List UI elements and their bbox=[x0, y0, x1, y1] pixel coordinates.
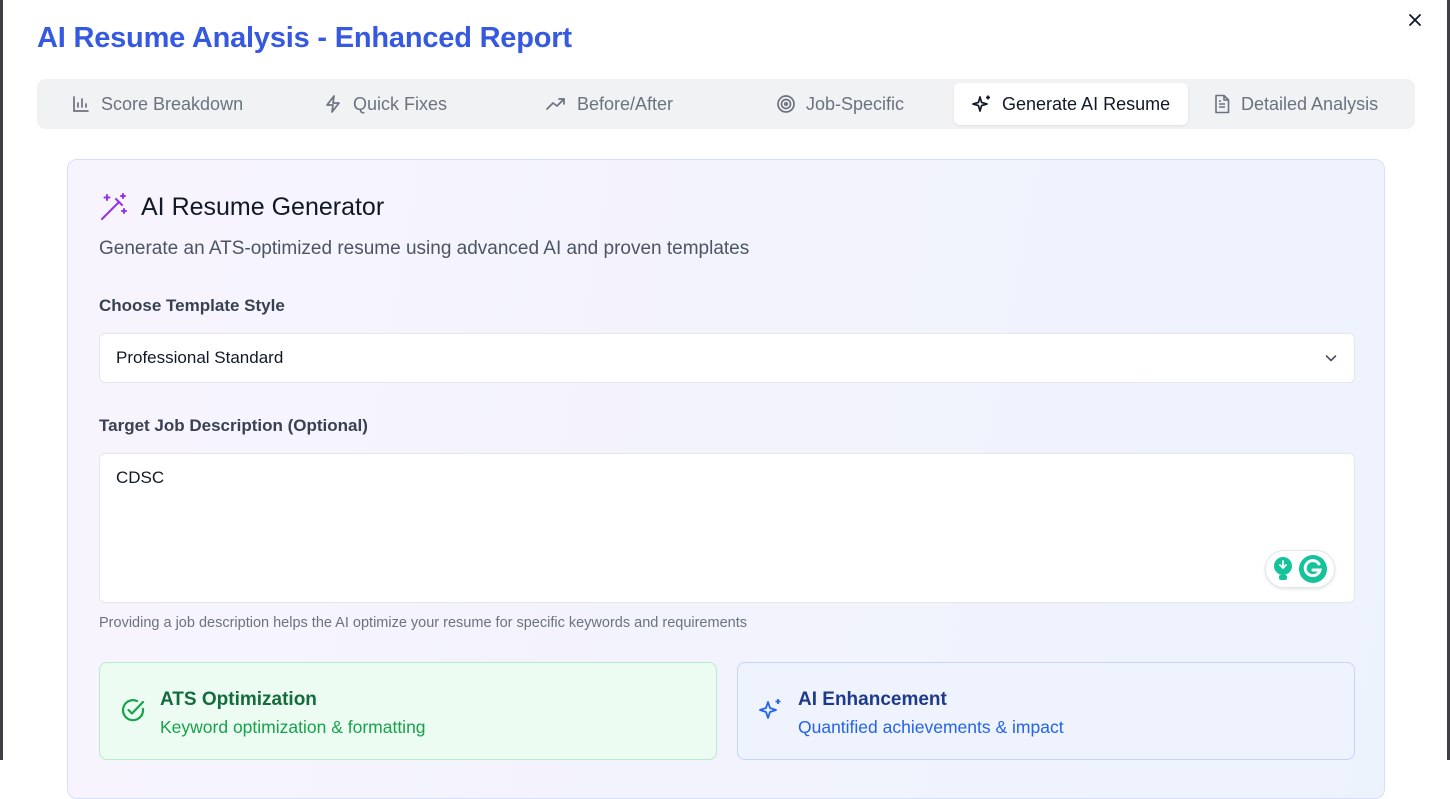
generator-subtitle: Generate an ATS-optimized resume using a… bbox=[99, 238, 750, 259]
generator-header: AI Resume Generator bbox=[99, 192, 384, 222]
template-style-value: Professional Standard bbox=[116, 348, 284, 367]
tab-detailed-analysis[interactable]: Detailed Analysis bbox=[1195, 83, 1396, 125]
job-description-hint: Providing a job description helps the AI… bbox=[99, 615, 747, 631]
template-style-select[interactable]: Professional Standard bbox=[99, 333, 1355, 383]
tab-label: Before/After bbox=[577, 93, 674, 114]
sparkles-icon bbox=[972, 95, 990, 112]
feature-card-ai-enhancement: AI Enhancement Quantified achievements &… bbox=[737, 662, 1355, 760]
job-description-label: Target Job Description (Optional) bbox=[99, 416, 368, 435]
magic-wand-icon bbox=[101, 193, 127, 220]
zap-icon bbox=[326, 95, 340, 113]
tab-quick-fixes[interactable]: Quick Fixes bbox=[305, 83, 465, 125]
close-icon bbox=[1409, 14, 1421, 26]
feature-card-ats: ATS Optimization Keyword optimization & … bbox=[99, 662, 717, 760]
feature-title: AI Enhancement bbox=[798, 689, 947, 710]
feature-desc: Keyword optimization & formatting bbox=[160, 717, 426, 737]
tab-label: Detailed Analysis bbox=[1241, 93, 1379, 114]
tab-label: Job-Specific bbox=[806, 93, 905, 114]
close-button[interactable] bbox=[1403, 8, 1427, 32]
tab-label: Generate AI Resume bbox=[1002, 93, 1171, 114]
template-style-label: Choose Template Style bbox=[99, 296, 285, 315]
chevron-down-icon bbox=[1325, 355, 1337, 362]
target-icon bbox=[777, 95, 795, 113]
tab-before-after[interactable]: Before/After bbox=[527, 83, 691, 125]
trending-up-icon bbox=[546, 98, 565, 110]
tab-score-breakdown[interactable]: Score Breakdown bbox=[53, 83, 261, 125]
dialog-title: AI Resume Analysis - Enhanced Report bbox=[37, 22, 572, 54]
feature-title: ATS Optimization bbox=[160, 689, 317, 710]
tab-bar: Score Breakdown Quick Fixes Before/After… bbox=[37, 79, 1415, 129]
tab-generate-ai-resume[interactable]: Generate AI Resume bbox=[954, 83, 1189, 125]
job-description-field[interactable]: CDSC bbox=[99, 453, 1355, 603]
grammarly-icon[interactable] bbox=[1298, 554, 1328, 584]
check-circle-icon bbox=[121, 699, 145, 722]
sparkles-icon bbox=[759, 699, 781, 719]
ai-resume-generator-panel: AI Resume Generator Generate an ATS-opti… bbox=[67, 159, 1385, 799]
bar-chart-icon bbox=[73, 96, 89, 112]
file-text-icon bbox=[1215, 94, 1230, 114]
feature-desc: Quantified achievements & impact bbox=[798, 717, 1064, 737]
lightbulb-icon[interactable] bbox=[1272, 556, 1294, 582]
generator-title: AI Resume Generator bbox=[141, 192, 385, 221]
grammarly-widget[interactable] bbox=[1265, 550, 1335, 588]
dialog: AI Resume Analysis - Enhanced Report Sco… bbox=[0, 0, 1450, 799]
tab-label: Quick Fixes bbox=[353, 93, 448, 114]
tab-job-specific[interactable]: Job-Specific bbox=[758, 83, 922, 125]
tab-label: Score Breakdown bbox=[101, 93, 244, 114]
